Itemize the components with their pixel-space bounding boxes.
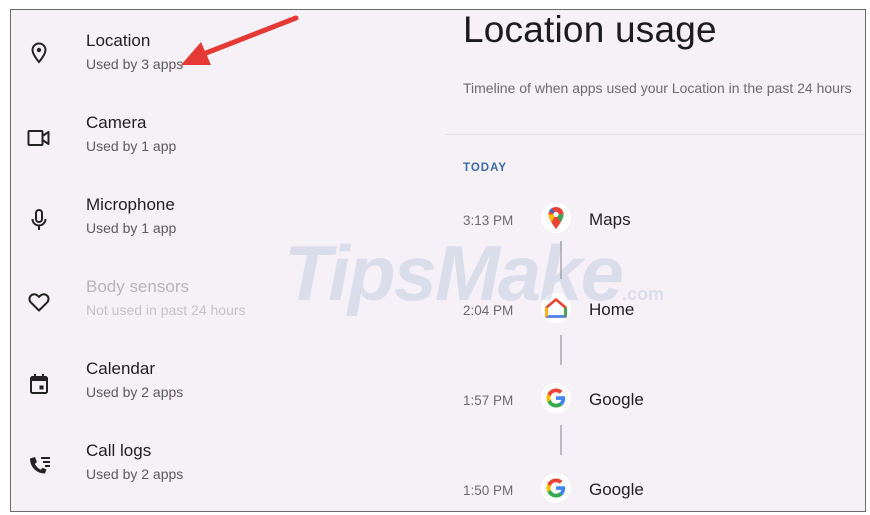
entry-app-name: Google <box>589 480 644 499</box>
permission-subtitle: Used by 1 app <box>86 220 177 236</box>
timeline-entry-google[interactable]: 1:50 PM Google <box>446 470 865 510</box>
permission-title: Body sensors <box>86 277 189 296</box>
page-title: Location usage <box>463 9 717 50</box>
entry-time: 3:13 PM <box>463 213 514 228</box>
calendar-icon <box>25 370 53 398</box>
permission-title: Calendar <box>86 359 155 378</box>
heart-icon <box>25 288 53 316</box>
timeline-entry-google[interactable]: 1:57 PM Google <box>446 380 865 420</box>
watermark-text: TipsMake <box>284 229 624 317</box>
google-icon <box>541 383 571 413</box>
entry-time: 1:50 PM <box>463 483 514 498</box>
permission-subtitle: Not used in past 24 hours <box>86 302 246 318</box>
screen: Location Used by 3 apps Camera Used by 1… <box>10 9 866 512</box>
permission-item-call-logs[interactable]: Call logs Used by 2 apps <box>11 424 456 506</box>
permission-subtitle: Used by 2 apps <box>86 384 184 400</box>
divider <box>446 134 865 135</box>
call-log-icon <box>25 452 53 480</box>
permission-title: Camera <box>86 113 147 132</box>
permission-item-camera[interactable]: Camera Used by 1 app <box>11 96 456 178</box>
timeline-connector <box>560 425 562 455</box>
permission-item-calendar[interactable]: Calendar Used by 2 apps <box>11 342 456 424</box>
watermark-domain: .com <box>622 284 665 304</box>
permission-subtitle: Used by 2 apps <box>86 466 184 482</box>
section-label-today: TODAY <box>463 162 507 174</box>
camera-icon <box>25 124 53 152</box>
permission-title: Microphone <box>86 195 175 214</box>
entry-app-name: Google <box>589 390 644 409</box>
permission-subtitle: Used by 1 app <box>86 138 177 154</box>
permission-title: Call logs <box>86 441 152 460</box>
permission-title: Location <box>86 31 151 50</box>
entry-app-name: Maps <box>589 210 631 229</box>
page-description: Timeline of when apps used your Location… <box>463 80 852 96</box>
location-pin-icon <box>25 39 53 67</box>
entry-time: 1:57 PM <box>463 393 514 408</box>
google-icon <box>541 473 571 503</box>
timeline-connector <box>560 335 562 365</box>
watermark: TipsMake.com <box>284 228 664 319</box>
microphone-icon <box>25 206 53 234</box>
annotation-arrow <box>181 15 299 65</box>
